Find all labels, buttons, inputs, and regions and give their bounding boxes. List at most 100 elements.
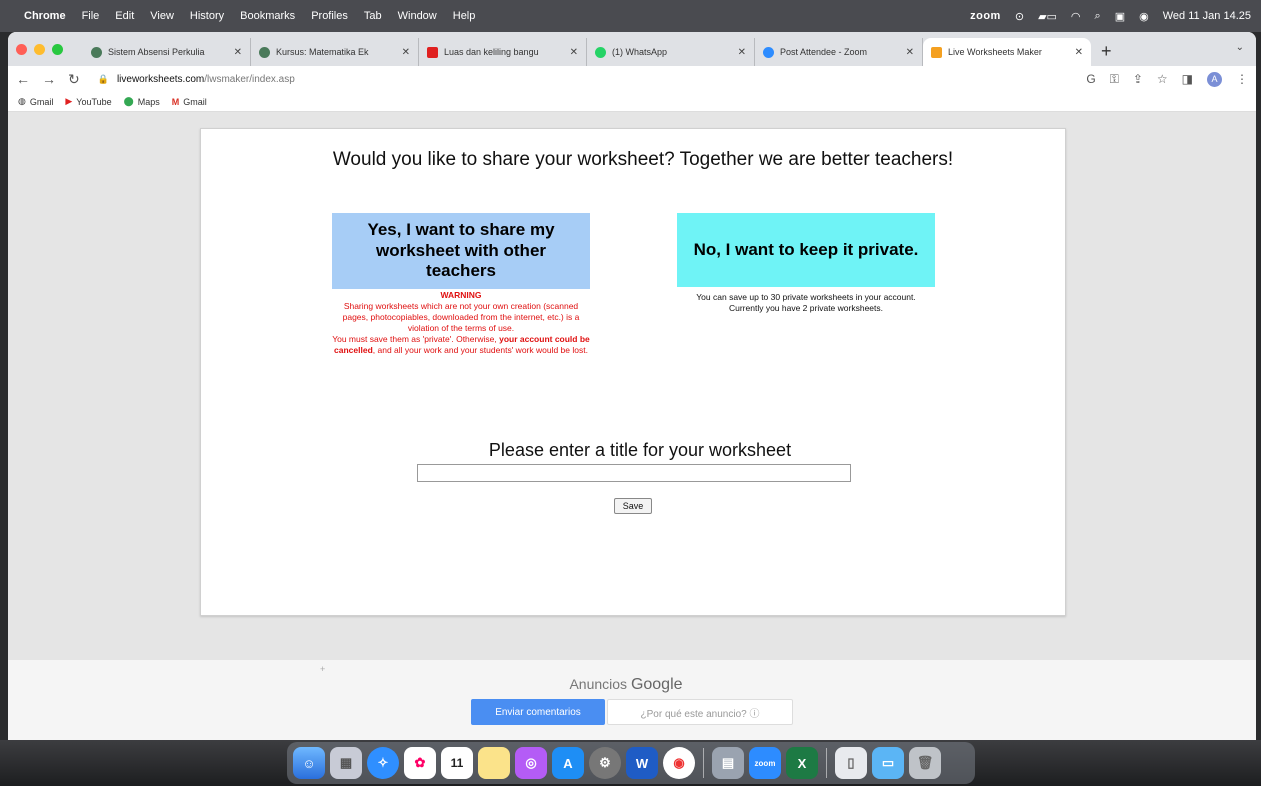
trash-icon[interactable]: 🗑 (909, 747, 941, 779)
menu-history[interactable]: History (190, 10, 224, 22)
ads-heading: Anuncios Google (8, 676, 1256, 694)
close-tab-icon[interactable]: ✕ (402, 47, 410, 58)
downloads-folder-icon[interactable]: ▭ (872, 747, 904, 779)
minimize-window-button[interactable] (34, 43, 45, 55)
menu-file[interactable]: File (82, 10, 100, 22)
close-tab-icon[interactable]: ✕ (1075, 47, 1083, 58)
microsoft-word-icon[interactable]: W (626, 747, 658, 779)
close-tab-icon[interactable]: ✕ (738, 47, 746, 58)
bookmark-label: Gmail (183, 96, 207, 107)
share-worksheet-button[interactable]: Yes, I want to share my worksheet with o… (332, 213, 590, 289)
launchpad-icon[interactable]: ▦ (330, 747, 362, 779)
bookmark-gmail-2[interactable]: M Gmail (172, 97, 207, 107)
profile-avatar[interactable]: A (1207, 71, 1222, 87)
private-count-text: Currently you have 2 private worksheets. (728, 303, 884, 314)
send-feedback-button[interactable]: Enviar comentarios (471, 699, 605, 725)
tab-zoom-attendee[interactable]: Post Attendee - Zoom ✕ (755, 38, 923, 66)
menu-app-name[interactable]: Chrome (24, 10, 66, 22)
menu-profiles[interactable]: Profiles (311, 10, 348, 22)
bookmark-youtube[interactable]: ▶ YouTube (65, 96, 111, 107)
share-warning: WARNING Sharing worksheets which are not… (332, 290, 590, 356)
share-icon[interactable]: ⇪ (1133, 72, 1143, 86)
menubar-clock[interactable]: Wed 11 Jan 14.25 (1163, 10, 1251, 22)
menu-window[interactable]: Window (398, 10, 437, 22)
sidebar-icon[interactable]: ◨ (1182, 72, 1193, 86)
photos-icon[interactable]: ✿ (404, 747, 436, 779)
menu-edit[interactable]: Edit (115, 10, 134, 22)
menu-help[interactable]: Help (453, 10, 476, 22)
lock-icon[interactable]: 🔒 (98, 74, 109, 85)
address-bar[interactable]: 🔒 liveworksheets.com/lwsmaker/index.asp (98, 74, 1087, 85)
gmail-icon: M (171, 96, 180, 107)
url-host: liveworksheets.com (116, 73, 205, 85)
tab-live-worksheets[interactable]: Live Worksheets Maker ✕ (923, 38, 1091, 66)
wifi-icon[interactable]: ◠ (1071, 10, 1081, 23)
close-tab-icon[interactable]: ✕ (234, 47, 242, 58)
close-tab-icon[interactable]: ✕ (570, 47, 578, 58)
system-preferences-icon[interactable]: ⚙ (589, 747, 621, 779)
zoom-status-item[interactable]: zoom (970, 10, 1001, 22)
siri-icon[interactable]: ◉ (1139, 10, 1149, 23)
menu-bookmarks[interactable]: Bookmarks (240, 10, 295, 22)
spotlight-search-icon[interactable]: ⌕ (1095, 10, 1101, 23)
new-tab-plus-icon[interactable]: + (1101, 41, 1112, 62)
keep-private-button[interactable]: No, I want to keep it private. (677, 213, 935, 287)
tab-youtube-luas[interactable]: Luas dan keliling bangu ✕ (419, 38, 587, 66)
tab-whatsapp[interactable]: (1) WhatsApp ✕ (587, 38, 755, 66)
tab-title: Post Attendee - Zoom (780, 47, 868, 57)
record-icon[interactable]: ⊙ (1015, 10, 1024, 23)
bookmark-gmail[interactable]: ◍ Gmail (18, 96, 53, 107)
finder-icon[interactable]: ☺ (293, 747, 325, 779)
warning-title: WARNING (440, 290, 482, 300)
private-limit-text: You can save up to 30 private worksheets… (696, 292, 916, 302)
ads-label: Anuncios (569, 676, 628, 692)
browser-toolbar: ← → ↻ 🔒 liveworksheets.com/lwsmaker/inde… (8, 66, 1256, 92)
menu-tab[interactable]: Tab (364, 10, 382, 22)
tab-sistem-absensi[interactable]: Sistem Absensi Perkulia ✕ (83, 38, 251, 66)
warning-text-part: , and all your work and your students' w… (372, 345, 588, 356)
safari-icon[interactable]: ✧ (367, 747, 399, 779)
close-tab-icon[interactable]: ✕ (906, 47, 914, 58)
preview-icon[interactable]: ▤ (712, 747, 744, 779)
tab-search-chevron-icon[interactable]: ⌄ (1236, 42, 1244, 53)
youtube-icon: ▶ (65, 96, 73, 106)
document-icon[interactable]: ▯ (835, 747, 867, 779)
warning-text-part: You must save them as 'private'. Otherwi… (332, 334, 497, 345)
chrome-dock-icon[interactable]: ◉ (663, 747, 695, 779)
password-key-icon[interactable]: ⚿ (1110, 72, 1119, 87)
app-store-icon[interactable]: A (552, 747, 584, 779)
notes-icon[interactable] (478, 747, 510, 779)
zoom-favicon-icon (763, 46, 774, 58)
private-info: You can save up to 30 private worksheets… (677, 292, 935, 314)
bookmark-star-icon[interactable]: ☆ (1157, 72, 1168, 86)
microsoft-excel-icon[interactable]: X (786, 747, 818, 779)
menu-view[interactable]: View (150, 10, 174, 22)
battery-icon[interactable]: ▰▭ (1038, 10, 1057, 23)
why-this-ad-button[interactable]: ¿Por qué este anuncio? ⓘ (607, 699, 793, 725)
favicon-icon (259, 46, 270, 58)
worksheet-title-input[interactable] (417, 464, 851, 482)
tab-title: (1) WhatsApp (612, 47, 668, 57)
url-path: /lwsmaker/index.asp (204, 73, 295, 85)
tab-kursus-matematika[interactable]: Kursus: Matematika Ek ✕ (251, 38, 419, 66)
bookmark-maps[interactable]: ⬤ Maps (124, 96, 160, 107)
dock-separator (703, 748, 704, 778)
close-window-button[interactable] (16, 43, 27, 55)
tab-title: Kursus: Matematika Ek (276, 47, 369, 57)
podcasts-icon[interactable]: ◎ (515, 747, 547, 779)
google-lens-icon[interactable]: G (1086, 72, 1095, 86)
maps-pin-icon: ⬤ (123, 96, 134, 106)
maximize-window-button[interactable] (52, 43, 63, 55)
back-arrow-icon[interactable]: ← (16, 71, 30, 87)
forward-arrow-icon[interactable]: → (42, 71, 56, 87)
save-button[interactable]: Save (614, 498, 652, 514)
kebab-menu-icon[interactable]: ⋮ (1236, 72, 1248, 86)
control-center-icon[interactable]: ▣ (1115, 10, 1125, 23)
reload-icon[interactable]: ↻ (68, 71, 80, 88)
google-ads-banner: + Anuncios Google Enviar comentarios ¿Po… (8, 660, 1256, 740)
chrome-icon: ◍ (18, 96, 26, 106)
calendar-icon[interactable]: 11 (441, 747, 473, 779)
zoom-dock-icon[interactable]: zoom (749, 747, 781, 779)
worksheet-title-label: Please enter a title for your worksheet (488, 440, 792, 460)
share-dialog-card: Would you like to share your worksheet? … (200, 128, 1066, 616)
